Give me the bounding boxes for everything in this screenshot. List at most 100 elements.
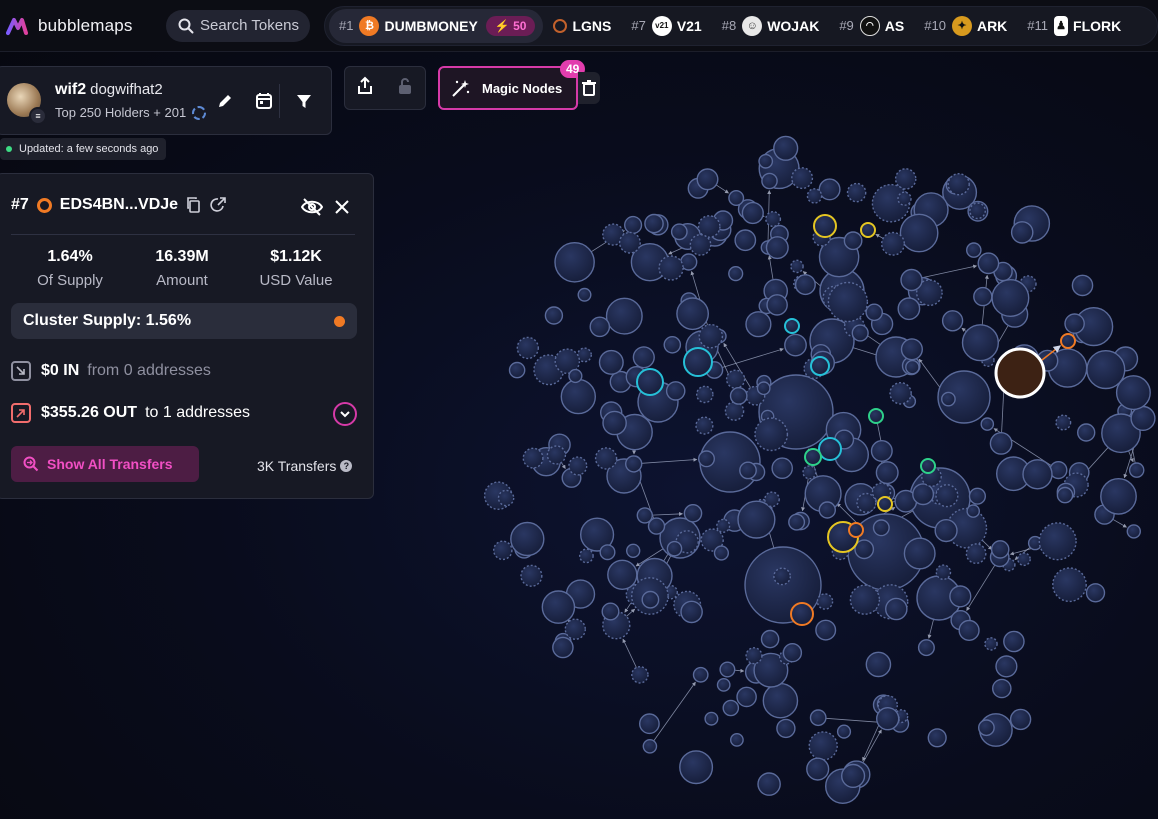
holder-bubble[interactable]: [713, 545, 730, 561]
holder-bubble[interactable]: [991, 279, 1030, 318]
holder-bubble[interactable]: [679, 750, 714, 785]
trending-token-v21[interactable]: #7 v21 V21: [621, 9, 711, 43]
holder-bubble[interactable]: [680, 253, 698, 271]
holder-bubble[interactable]: [734, 229, 757, 252]
holder-bubble[interactable]: [728, 266, 744, 282]
holder-bubble[interactable]: [961, 324, 999, 362]
holder-bubble[interactable]: [773, 567, 791, 586]
holder-bubble[interactable]: [889, 381, 912, 405]
holder-bubble[interactable]: [900, 338, 923, 361]
holder-bubble[interactable]: [992, 678, 1012, 699]
holder-bubble[interactable]: [843, 231, 863, 251]
holder-bubble[interactable]: [978, 719, 995, 737]
holder-bubble[interactable]: [899, 213, 939, 253]
holder-bubble[interactable]: [827, 281, 869, 323]
lock-button[interactable]: [396, 76, 414, 101]
holder-bubble[interactable]: [623, 215, 643, 235]
holder-bubble[interactable]: [737, 500, 776, 539]
holder-bubble[interactable]: [704, 711, 719, 726]
holder-bubble[interactable]: [810, 356, 830, 376]
holder-bubble[interactable]: [697, 215, 721, 238]
holder-bubble[interactable]: [632, 346, 655, 369]
holder-bubble[interactable]: [1085, 583, 1106, 603]
holder-bubble[interactable]: [1038, 522, 1077, 561]
show-all-transfers-button[interactable]: Show All Transfers: [11, 446, 199, 482]
holder-bubble[interactable]: [683, 503, 703, 523]
holder-bubble[interactable]: [546, 445, 567, 465]
holder-bubble[interactable]: [725, 369, 746, 389]
holder-bubble[interactable]: [980, 417, 995, 431]
holder-bubble[interactable]: [728, 189, 745, 206]
holder-bubble[interactable]: [594, 447, 618, 470]
holder-bubble[interactable]: [760, 629, 780, 649]
holder-bubble[interactable]: [762, 682, 799, 719]
holder-bubble[interactable]: [840, 763, 866, 788]
holder-bubble[interactable]: [761, 172, 778, 190]
holder-bubble[interactable]: [716, 678, 731, 692]
holder-bubble[interactable]: [856, 492, 877, 513]
holder-bubble[interactable]: [927, 728, 947, 748]
help-icon[interactable]: ?: [340, 460, 353, 472]
holder-bubble[interactable]: [758, 153, 774, 169]
holder-bubble[interactable]: [1100, 477, 1137, 515]
holder-bubble[interactable]: [973, 286, 993, 307]
copy-icon[interactable]: [186, 197, 202, 213]
holder-bubble[interactable]: [808, 731, 838, 761]
holder-bubble[interactable]: [900, 268, 923, 292]
holder-bubble[interactable]: [868, 408, 884, 424]
holder-bubble[interactable]: [790, 259, 804, 274]
holder-bubble[interactable]: [676, 297, 709, 331]
holder-bubble[interactable]: [903, 537, 936, 570]
filter-button[interactable]: [292, 89, 316, 113]
holder-bubble[interactable]: [790, 602, 814, 626]
holder-bubble[interactable]: [966, 504, 981, 518]
holder-bubble[interactable]: [1060, 333, 1076, 349]
holder-bubble[interactable]: [1128, 462, 1145, 478]
holder-bubble[interactable]: [636, 507, 653, 524]
holder-bubble[interactable]: [897, 191, 912, 206]
holder-bubble[interactable]: [625, 455, 643, 473]
holder-bubble[interactable]: [692, 666, 709, 683]
holder-bubble[interactable]: [736, 686, 757, 708]
trending-token-dumbmoney[interactable]: #1 ₿ DUMBMONEY ⚡ 50: [329, 8, 544, 43]
holder-bubble[interactable]: [765, 236, 789, 260]
holder-bubble[interactable]: [1022, 459, 1053, 490]
holder-bubble[interactable]: [865, 303, 884, 322]
holder-bubble[interactable]: [804, 448, 822, 466]
holder-bubble[interactable]: [941, 391, 956, 407]
holder-bubble[interactable]: [1115, 375, 1151, 411]
holder-bubble[interactable]: [544, 306, 564, 325]
bubblemaps-logo[interactable]: bubblemaps: [6, 16, 156, 36]
holder-bubble[interactable]: [968, 487, 987, 505]
holder-bubble[interactable]: [1126, 524, 1142, 539]
holder-bubble[interactable]: [689, 233, 712, 256]
expand-outflow-button[interactable]: [333, 402, 357, 426]
holder-bubble[interactable]: [1076, 423, 1096, 442]
holder-bubble[interactable]: [522, 447, 544, 469]
holder-bubble[interactable]: [729, 386, 748, 405]
holder-bubble[interactable]: [1003, 630, 1025, 653]
holder-bubble[interactable]: [695, 416, 714, 435]
holder-bubble[interactable]: [568, 456, 588, 476]
holder-address[interactable]: EDS4BN...VDJe: [60, 196, 178, 214]
trending-token-as[interactable]: #9 ◠ AS: [829, 9, 914, 43]
holder-bubble[interactable]: [818, 437, 842, 461]
holder-bubble[interactable]: [947, 172, 970, 196]
holder-bubble[interactable]: [885, 597, 908, 621]
holder-bubble[interactable]: [766, 294, 788, 316]
holder-bubble[interactable]: [636, 368, 664, 396]
holder-bubble[interactable]: [658, 255, 684, 281]
holder-bubble[interactable]: [722, 699, 740, 717]
holder-bubble[interactable]: [816, 593, 834, 610]
holder-bubble[interactable]: [670, 223, 688, 241]
trending-tokens-strip[interactable]: #1 ₿ DUMBMONEY ⚡ 50 LGNS #7 v21 V21 #8 ☺…: [324, 5, 1158, 46]
holder-bubble[interactable]: [765, 210, 782, 227]
holder-bubble[interactable]: [698, 450, 716, 468]
holder-bubble[interactable]: [989, 431, 1013, 455]
holder-bubble[interactable]: [935, 484, 959, 508]
holder-bubble[interactable]: [813, 214, 837, 238]
holder-bubble[interactable]: [791, 167, 814, 190]
holder-bubble[interactable]: [881, 231, 906, 256]
holder-bubble[interactable]: [875, 461, 899, 485]
holder-bubble[interactable]: [977, 252, 1000, 275]
